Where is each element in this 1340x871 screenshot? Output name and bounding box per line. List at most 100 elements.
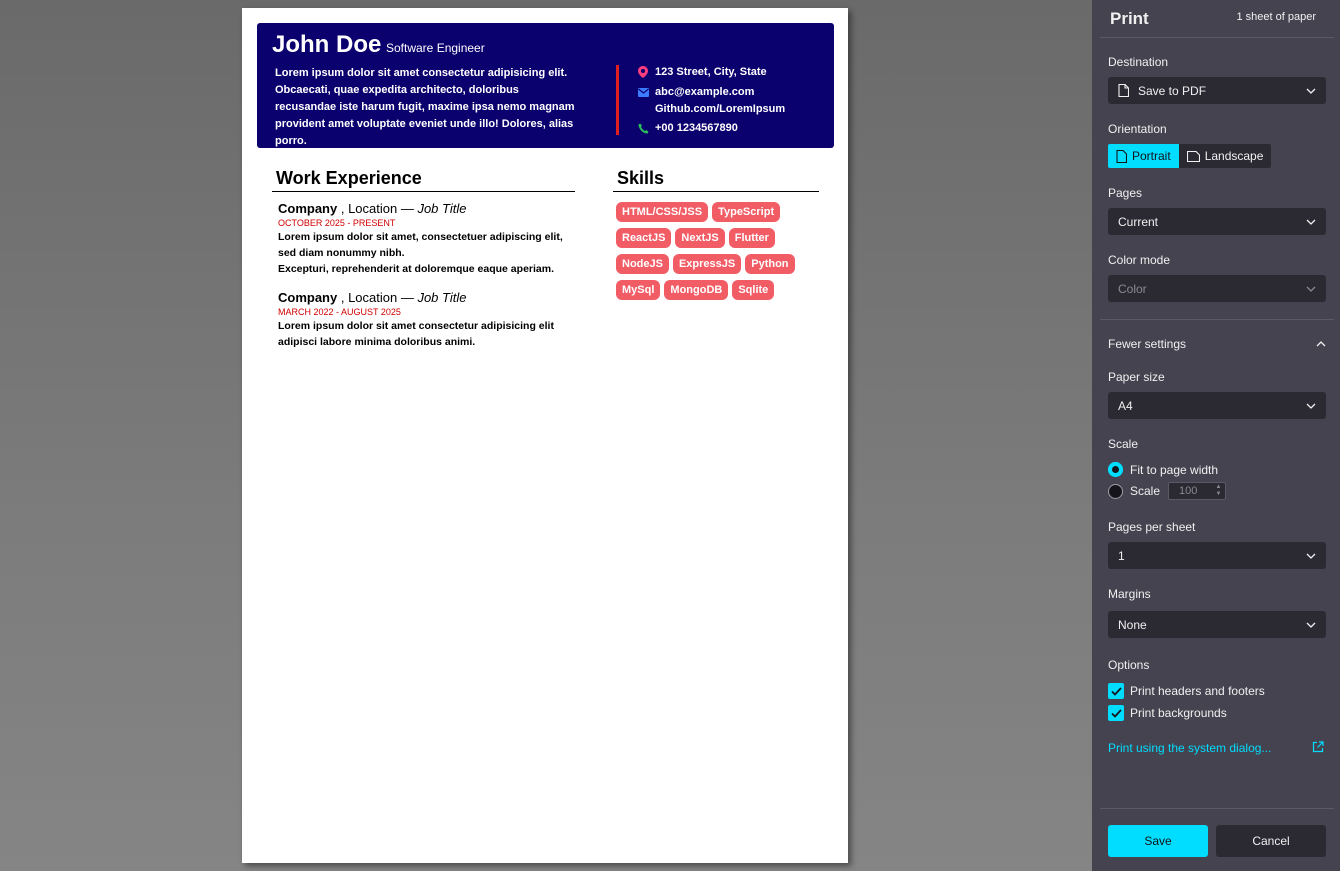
chevron-down-icon (1306, 620, 1316, 630)
fit-width-radio[interactable] (1108, 462, 1123, 477)
contact-email: abc@example.com (637, 86, 754, 98)
job-location: , Location — (337, 290, 418, 305)
job-title: Job Title (417, 290, 467, 305)
color-mode-value: Color (1118, 281, 1147, 296)
contact-phone-text: +00 1234567890 (655, 122, 738, 134)
resume-summary: Lorem ipsum dolor sit amet consectetur a… (275, 67, 575, 147)
skill-tag: NodeJS (616, 254, 669, 274)
job-entry: Company , Location — Job Title MARCH 202… (278, 290, 578, 350)
skills-heading: Skills (613, 168, 819, 192)
skill-tag: ReactJS (616, 228, 672, 248)
job-dates: MARCH 2022 - AUGUST 2025 (278, 307, 401, 317)
headers-footers-option[interactable]: Print headers and footers (1108, 683, 1265, 699)
destination-label: Destination (1108, 55, 1169, 69)
headers-footers-checkbox[interactable] (1108, 683, 1124, 699)
chevron-down-icon (1306, 284, 1316, 294)
mail-icon (637, 86, 649, 98)
destination-value: Save to PDF (1138, 83, 1207, 98)
skill-tag: MySql (616, 280, 661, 300)
job-company: Company (278, 290, 338, 305)
pages-select[interactable]: Current (1108, 208, 1326, 235)
job-entry: Company , Location — Job Title OCTOBER 2… (278, 201, 578, 277)
phone-icon (637, 122, 649, 134)
pages-per-sheet-select[interactable]: 1 (1108, 542, 1326, 569)
divider (1100, 808, 1334, 809)
landscape-button[interactable]: Landscape (1178, 144, 1272, 168)
skill-tag: TypeScript (712, 202, 781, 222)
scale-input[interactable]: 100 ▲ ▼ (1168, 482, 1227, 500)
backgrounds-label: Print backgrounds (1130, 706, 1227, 720)
preview-page: John Doe Software Engineer Lorem ipsum d… (242, 8, 848, 863)
spinner-arrows-icon[interactable]: ▲ ▼ (1214, 484, 1223, 498)
fit-width-label: Fit to page width (1130, 462, 1219, 477)
save-button[interactable]: Save (1108, 825, 1208, 857)
skill-tag: Flutter (728, 228, 775, 248)
contact-github: Github.com/LoremIpsum (655, 103, 785, 115)
scale-input-value: 100 (1179, 485, 1198, 497)
portrait-button[interactable]: Portrait (1108, 144, 1179, 168)
cancel-button[interactable]: Cancel (1216, 825, 1326, 857)
system-dialog-link[interactable]: Print using the system dialog... (1108, 741, 1271, 755)
contact-github-text: Github.com/LoremIpsum (655, 103, 786, 115)
document-icon (1118, 84, 1129, 97)
contact-email-text: abc@example.com (655, 86, 755, 98)
job-desc-line: Lorem ipsum dolor sit amet consectetur a… (278, 320, 554, 348)
custom-scale-label: Scale (1130, 484, 1161, 498)
margins-value: None (1118, 617, 1147, 632)
paper-size-value: A4 (1118, 398, 1133, 413)
portrait-label: Portrait (1132, 149, 1171, 163)
skill-tag: ExpressJS (672, 254, 742, 274)
skill-tag: Python (745, 254, 795, 274)
resume-name: John Doe (272, 31, 382, 58)
pages-per-sheet-value: 1 (1118, 548, 1125, 563)
external-link-icon[interactable] (1312, 741, 1324, 756)
fewer-settings-label: Fewer settings (1108, 337, 1187, 351)
skill-tag: NextJS (675, 228, 725, 248)
color-mode-select[interactable]: Color (1108, 275, 1326, 302)
chevron-down-icon (1306, 551, 1316, 561)
divider (1100, 37, 1334, 38)
backgrounds-checkbox[interactable] (1108, 705, 1124, 721)
landscape-icon (1186, 150, 1205, 162)
custom-scale-radio[interactable] (1108, 483, 1123, 499)
job-company: Company (278, 201, 338, 216)
job-dates: OCTOBER 2025 - PRESENT (278, 218, 396, 228)
skill-tag: MongoDB (664, 280, 729, 300)
contact-phone: +00 1234567890 (637, 122, 738, 134)
resume-role: Software Engineer (386, 41, 485, 55)
pages-value: Current (1118, 214, 1159, 229)
margins-label: Margins (1108, 587, 1151, 601)
color-mode-label: Color mode (1108, 253, 1171, 267)
print-title: Print (1110, 9, 1149, 28)
resume-header: John Doe Software Engineer Lorem ipsum d… (257, 23, 834, 148)
job-desc-line: Excepturi, reprehenderit at doloremque e… (278, 263, 554, 275)
pages-label: Pages (1108, 186, 1143, 200)
margins-select[interactable]: None (1108, 611, 1326, 638)
job-description: Lorem ipsum dolor sit amet consectetur a… (278, 318, 578, 350)
portrait-icon (1116, 149, 1132, 163)
custom-scale-option[interactable]: Scale 100 ▲ ▼ (1108, 482, 1227, 500)
landscape-label: Landscape (1204, 149, 1264, 163)
sheet-count: 1 sheet of paper (1236, 11, 1316, 23)
fewer-settings-toggle[interactable]: Fewer settings (1108, 337, 1326, 351)
destination-select[interactable]: Save to PDF (1108, 77, 1326, 104)
headers-footers-label: Print headers and footers (1130, 684, 1265, 698)
scale-label: Scale (1108, 437, 1139, 451)
job-description: Lorem ipsum dolor sit amet, consectetuer… (278, 229, 578, 277)
skills-list: HTML/CSS/JSS TypeScript ReactJS NextJS F… (616, 202, 816, 300)
backgrounds-option[interactable]: Print backgrounds (1108, 705, 1227, 721)
contact-address-text: 123 Street, City, State (655, 66, 767, 78)
fit-width-option[interactable]: Fit to page width (1108, 462, 1218, 477)
chevron-down-icon (1306, 217, 1316, 227)
job-title: Job Title (417, 201, 467, 216)
work-experience-heading: Work Experience (272, 168, 575, 192)
chevron-up-icon (1316, 341, 1326, 347)
paper-size-select[interactable]: A4 (1108, 392, 1326, 419)
job-location: , Location — (337, 201, 418, 216)
job-desc-line: Lorem ipsum dolor sit amet, consectetuer… (278, 231, 563, 259)
orientation-label: Orientation (1108, 122, 1167, 136)
print-settings-panel: Print 1 sheet of paper Destination Save … (1092, 0, 1340, 871)
pages-per-sheet-label: Pages per sheet (1108, 520, 1196, 534)
paper-size-label: Paper size (1108, 370, 1165, 384)
print-preview-area: John Doe Software Engineer Lorem ipsum d… (0, 0, 1092, 871)
